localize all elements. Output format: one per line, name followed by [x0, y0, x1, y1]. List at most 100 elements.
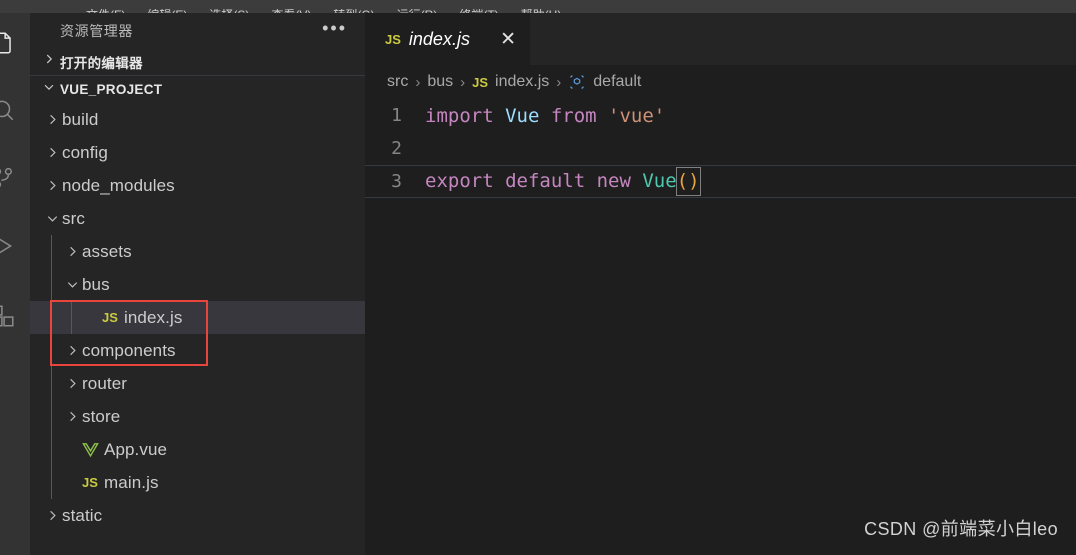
js-file-icon: JS: [472, 74, 489, 90]
tree-item-label: index.js: [124, 307, 183, 327]
tree-item-label: build: [62, 109, 99, 129]
breadcrumb-item-index-js[interactable]: index.js: [495, 73, 549, 91]
section-project[interactable]: VUE_PROJECT: [30, 75, 365, 102]
run-debug-icon[interactable]: [0, 231, 18, 261]
tree-item-label: bus: [82, 274, 110, 294]
more-actions-icon[interactable]: •••: [322, 19, 347, 39]
breadcrumb-separator: ›: [460, 73, 466, 91]
breadcrumb-item-bus[interactable]: bus: [427, 73, 453, 91]
tree-item-label: router: [82, 373, 128, 393]
editor-tab-index-js[interactable]: JS index.js ✕: [365, 13, 530, 65]
tree-item-assets[interactable]: assets: [30, 235, 365, 268]
tree-item-main-js[interactable]: JS main.js: [30, 466, 365, 499]
tree-item-label: assets: [82, 241, 132, 261]
code-token-keyword: from: [550, 104, 609, 127]
tree-item-label: App.vue: [104, 439, 168, 459]
breadcrumb-item-default[interactable]: default: [593, 73, 641, 91]
tree-item-label: components: [82, 340, 176, 360]
chevron-right-icon[interactable]: [42, 145, 62, 160]
code-line[interactable]: 1 import Vue from 'vue': [365, 99, 1076, 132]
section-open-editors[interactable]: 打开的编辑器: [30, 48, 365, 75]
editor-area: JS index.js ✕ src › bus › JS index.js › …: [365, 13, 1076, 555]
tree-item-store[interactable]: store: [30, 400, 365, 433]
chevron-down-icon[interactable]: [62, 277, 82, 292]
indent-guide: [51, 235, 52, 268]
tree-item-app-vue[interactable]: App.vue: [30, 433, 365, 466]
code-token-keyword: default: [505, 170, 597, 192]
tree-item-src[interactable]: src: [30, 202, 365, 235]
line-number: 3: [391, 171, 402, 192]
tree-item-label: main.js: [104, 472, 159, 492]
code-token-bracket-match: (): [675, 167, 701, 196]
tree-item-label: config: [62, 142, 108, 162]
tree-item-label: src: [62, 208, 85, 228]
chevron-right-icon[interactable]: [62, 244, 82, 259]
activity-bar: [0, 13, 30, 555]
tree-item-build[interactable]: build: [30, 103, 365, 136]
code-token-keyword: new: [596, 170, 643, 192]
source-control-icon[interactable]: [0, 163, 18, 193]
chevron-right-icon[interactable]: [42, 508, 62, 523]
code-token-string: 'vue': [608, 104, 666, 127]
chevron-right-icon[interactable]: [42, 178, 62, 193]
code-token-variable: Vue: [505, 104, 551, 127]
breadcrumb-separator: ›: [415, 73, 421, 91]
chevron-right-icon[interactable]: [62, 409, 82, 424]
indent-guide: [51, 268, 52, 301]
breadcrumb: src › bus › JS index.js › default: [365, 65, 1076, 99]
tree-item-bus[interactable]: bus: [30, 268, 365, 301]
sidebar-title: 资源管理器: [60, 22, 133, 39]
vscode-window: 文件(F) 编辑(E) 选择(S) 查看(V) 转到(G) 运行(R) 终端(T…: [0, 0, 1076, 555]
chevron-right-icon[interactable]: [62, 376, 82, 391]
tree-item-label: static: [62, 505, 103, 525]
breadcrumb-separator: ›: [556, 73, 562, 91]
line-number: 2: [391, 138, 402, 159]
tree-item-config[interactable]: config: [30, 136, 365, 169]
indent-guide: [51, 367, 52, 400]
vue-file-icon: [82, 441, 104, 458]
tree-item-components[interactable]: components: [30, 334, 365, 367]
editor-tab-label: index.js: [408, 28, 470, 49]
watermark: CSDN @前端菜小白leo: [864, 519, 1058, 539]
code-text: export default new Vue(): [425, 167, 701, 196]
code-line[interactable]: 2: [365, 132, 1076, 165]
sidebar-header: 资源管理器 •••: [30, 13, 365, 48]
tree-item-router[interactable]: router: [30, 367, 365, 400]
file-tree: build config node_modulessrc assets bus JS ind…: [30, 102, 365, 532]
code-editor[interactable]: 1 import Vue from 'vue' 2 3 export default n…: [365, 99, 1076, 198]
breadcrumb-item-src[interactable]: src: [387, 73, 408, 91]
chevron-down-icon: [42, 80, 60, 99]
tree-item-label: node_modules: [62, 175, 175, 195]
section-open-editors-label: 打开的编辑器: [60, 55, 143, 71]
section-project-label: VUE_PROJECT: [60, 81, 163, 97]
indent-guide: [51, 400, 52, 433]
indent-guide: [51, 466, 52, 499]
editor-tab-bar: JS index.js ✕: [365, 13, 1076, 65]
indent-guide: [51, 433, 52, 466]
indent-guide: [51, 334, 52, 367]
tree-item-label: store: [82, 406, 121, 426]
close-icon[interactable]: ✕: [500, 30, 516, 49]
tree-item-index-js[interactable]: JS index.js: [30, 301, 365, 334]
code-line[interactable]: 3 export default new Vue(): [365, 165, 1076, 198]
chevron-right-icon[interactable]: [62, 343, 82, 358]
tree-item-node_modules[interactable]: node_modules: [30, 169, 365, 202]
code-token-keyword: export: [425, 170, 506, 192]
search-icon[interactable]: [0, 95, 18, 125]
module-cube-icon: [568, 73, 586, 91]
js-file-icon: JS: [82, 475, 98, 490]
sidebar: 资源管理器 ••• 打开的编辑器 VUE_PROJECT build config…: [30, 13, 365, 555]
explorer-icon[interactable]: [0, 28, 18, 58]
indent-guide: [71, 301, 72, 334]
chevron-down-icon[interactable]: [42, 211, 62, 226]
tree-item-static[interactable]: static: [30, 499, 365, 532]
menu-bar[interactable]: 文件(F) 编辑(E) 选择(S) 查看(V) 转到(G) 运行(R) 终端(T…: [0, 0, 1076, 13]
chevron-right-icon: [42, 52, 60, 71]
line-number: 1: [391, 105, 402, 126]
chevron-right-icon[interactable]: [42, 112, 62, 127]
js-file-icon: JS: [385, 31, 401, 47]
extensions-icon[interactable]: [0, 301, 18, 331]
code-token-keyword: import: [425, 104, 506, 127]
js-file-icon: JS: [102, 310, 118, 325]
menu-bar-items: 文件(F) 编辑(E) 选择(S) 查看(V) 转到(G) 运行(R) 终端(T…: [0, 0, 1076, 13]
